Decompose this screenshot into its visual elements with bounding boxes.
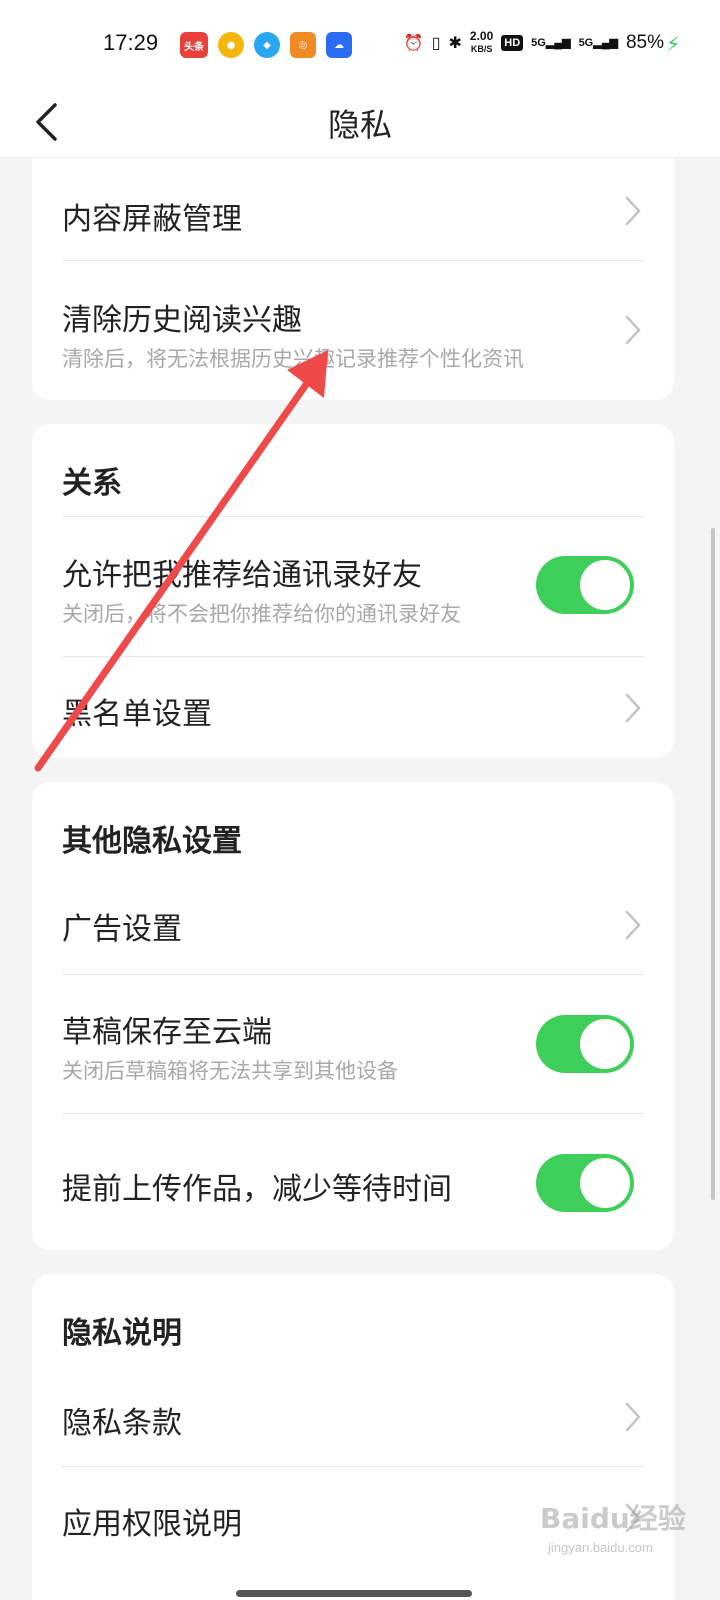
- row-title: 广告设置: [62, 912, 182, 947]
- watermark-url: jingyan.baidu.com: [548, 1540, 653, 1555]
- battery-level: 85%: [625, 31, 664, 53]
- clear-history-row[interactable]: 清除历史阅读兴趣 清除后，将无法根据历史兴趣记录推荐个性化资讯: [62, 261, 644, 400]
- bluetooth-icon: ✱: [448, 34, 462, 52]
- row-title: 草稿保存至云端: [62, 1015, 272, 1050]
- pre-upload-row: 提前上传作品，减少等待时间: [62, 1114, 644, 1250]
- recommend-to-contacts-row: 允许把我推荐给通讯录好友 关闭后，将不会把你推荐给你的通讯录好友: [62, 516, 644, 657]
- home-indicator[interactable]: [236, 1590, 472, 1597]
- chevron-right-icon: [625, 910, 641, 940]
- status-time: 17:29: [103, 30, 159, 55]
- signal-label-2: 5G: [578, 37, 594, 49]
- relations-card: 关系 允许把我推荐给通讯录好友 关闭后，将不会把你推荐给你的通讯录好友 黑名单设…: [32, 424, 674, 758]
- toggle-knob: [580, 1019, 630, 1069]
- hd-icon: HD: [501, 34, 524, 51]
- alarm-icon: ⏰: [403, 34, 424, 52]
- toggle-knob: [580, 1158, 630, 1208]
- app-icon: ◎: [290, 32, 316, 58]
- qq-icon: ◆: [254, 32, 280, 58]
- blacklist-row[interactable]: 黑名单设置: [62, 657, 644, 758]
- section-title: 其他隐私设置: [62, 824, 242, 859]
- row-subtitle: 关闭后草稿箱将无法共享到其他设备: [62, 1059, 398, 1083]
- network-speed-value: 2.00: [469, 29, 494, 43]
- privacy-terms-row[interactable]: 隐私条款: [62, 1366, 644, 1467]
- row-title: 内容屏蔽管理: [62, 202, 242, 237]
- row-title: 隐私条款: [62, 1406, 182, 1441]
- notification-icons: 头条 ● ◆ ◎ ☁: [180, 32, 352, 58]
- chevron-right-icon: [625, 1402, 641, 1432]
- baidu-watermark: Baidu经验: [540, 1502, 686, 1535]
- recommend-toggle[interactable]: [536, 556, 634, 614]
- row-subtitle: 清除后，将无法根据历史兴趣记录推荐个性化资讯: [62, 347, 524, 371]
- cloud-app-icon: ☁: [326, 32, 352, 58]
- network-speed: 2.00 KB/S: [470, 30, 493, 55]
- row-subtitle: 关闭后，将不会把你推荐给你的通讯录好友: [62, 602, 461, 626]
- toggle-knob: [580, 560, 630, 610]
- chevron-right-icon: [625, 315, 641, 345]
- system-icons: ⏰ ▯ ✱ 2.00 KB/S HD 5G▂▄▆ 5G▂▄▆ 85%: [404, 30, 664, 55]
- top-bar: 隐私: [0, 90, 720, 158]
- content-settings-card: 内容屏蔽管理 清除历史阅读兴趣 清除后，将无法根据历史兴趣记录推荐个性化资讯: [32, 158, 674, 400]
- pre-upload-toggle[interactable]: [536, 1154, 634, 1212]
- signal-label-1: 5G: [531, 37, 546, 49]
- row-title: 清除历史阅读兴趣: [62, 303, 302, 338]
- weibo-icon: ●: [218, 32, 244, 58]
- signal-icon-2: 5G▂▄▆: [578, 37, 618, 49]
- chevron-right-icon: [625, 693, 641, 723]
- charging-icon: ⚡: [665, 32, 680, 56]
- section-title: 隐私说明: [62, 1316, 182, 1351]
- row-title: 应用权限说明: [62, 1507, 242, 1542]
- chevron-right-icon: [625, 196, 641, 226]
- page-title: 隐私: [327, 106, 392, 144]
- network-speed-unit: KB/S: [470, 44, 493, 54]
- toutiao-icon: 头条: [180, 32, 208, 58]
- draft-cloud-row: 草稿保存至云端 关闭后草稿箱将无法共享到其他设备: [62, 975, 644, 1114]
- signal-icon-1: 5G▂▄▆: [531, 37, 571, 49]
- vibrate-icon: ▯: [431, 34, 441, 52]
- status-bar: 17:29 头条 ● ◆ ◎ ☁ ⏰ ▯ ✱ 2.00 KB/S HD 5G▂▄…: [0, 0, 720, 90]
- row-title: 黑名单设置: [62, 697, 212, 732]
- scrollbar[interactable]: [711, 528, 715, 1200]
- content-block-row[interactable]: 内容屏蔽管理: [62, 158, 644, 261]
- other-privacy-card: 其他隐私设置 广告设置 草稿保存至云端 关闭后草稿箱将无法共享到其他设备 提前上…: [32, 782, 674, 1250]
- row-title: 提前上传作品，减少等待时间: [62, 1172, 452, 1207]
- section-title: 关系: [62, 466, 122, 501]
- ad-settings-row[interactable]: 广告设置: [62, 874, 644, 975]
- row-title: 允许把我推荐给通讯录好友: [62, 558, 422, 593]
- draft-cloud-toggle[interactable]: [536, 1015, 634, 1073]
